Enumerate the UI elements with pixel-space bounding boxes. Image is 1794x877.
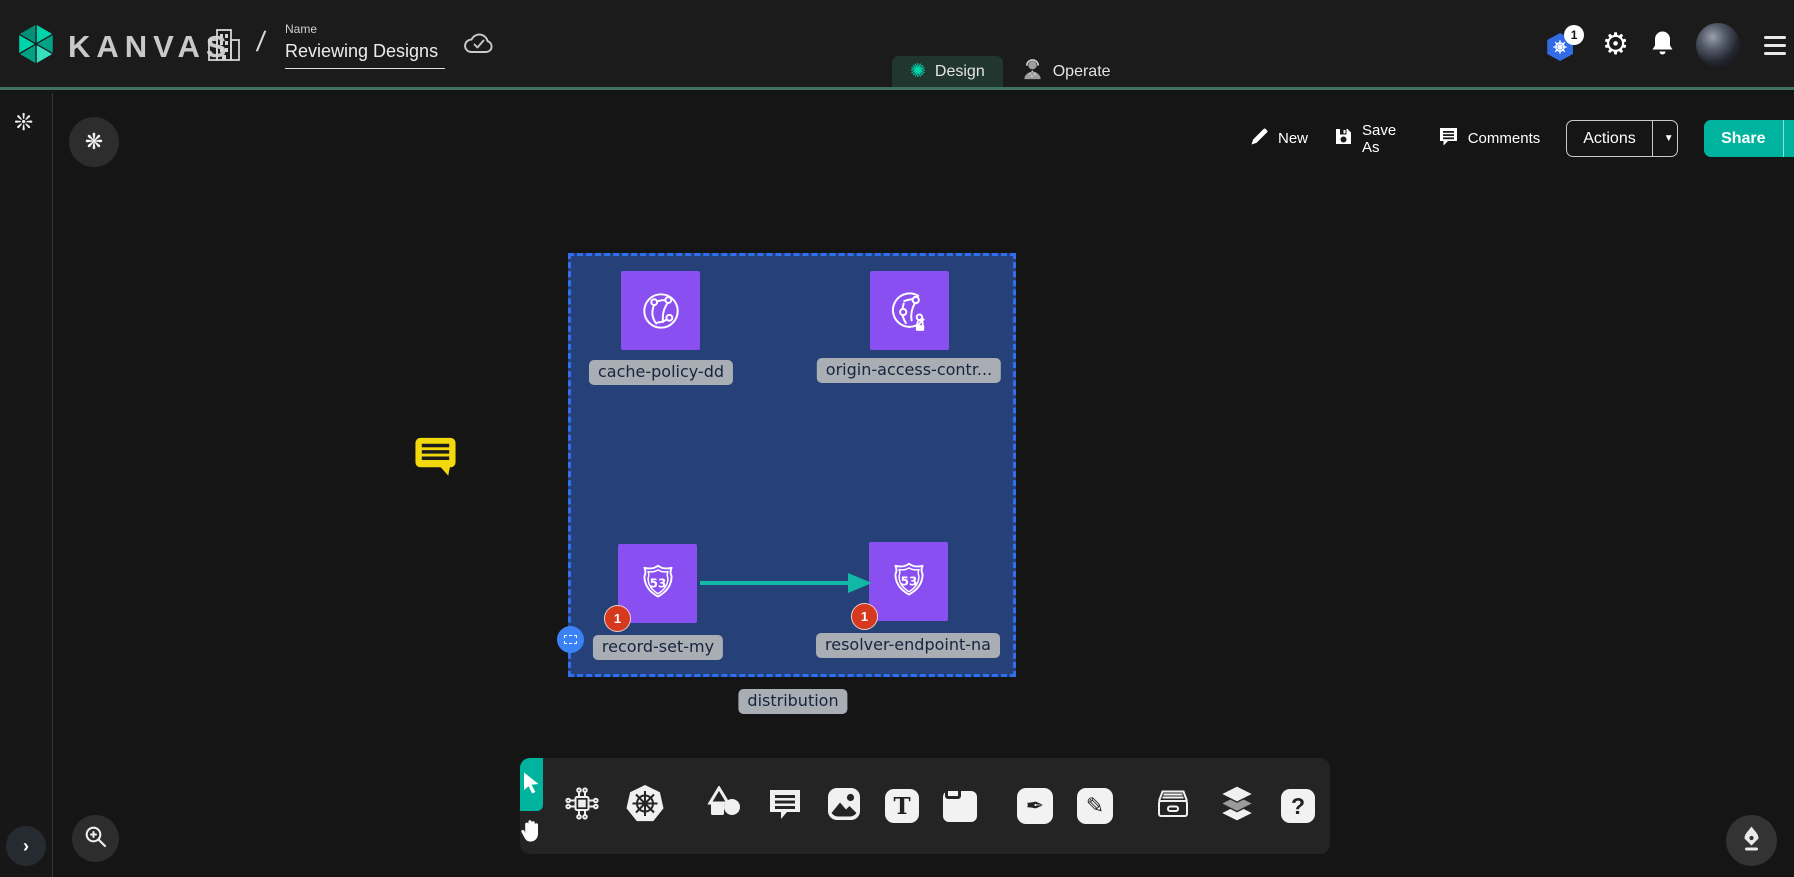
actions-split-button[interactable]: Actions ▼ xyxy=(1566,120,1678,157)
header-right-cluster: 1 ⚙ xyxy=(1546,0,1786,90)
new-button[interactable]: New xyxy=(1250,127,1308,150)
dashed-rect-icon xyxy=(564,635,577,644)
toolbar-group-utility: ? xyxy=(1133,758,1335,854)
actions-dropdown-caret[interactable]: ▼ xyxy=(1652,121,1678,156)
frame-tool-icon[interactable] xyxy=(943,791,977,822)
design-actionbar: New Save As Co xyxy=(1250,120,1794,157)
notifications-bell-icon[interactable] xyxy=(1651,30,1674,61)
save-as-button[interactable]: Save As xyxy=(1334,122,1412,156)
pen-mode-fab[interactable] xyxy=(1726,815,1777,866)
tab-design[interactable]: ✺ Design xyxy=(892,56,1003,87)
sidebar-expand-button[interactable]: › xyxy=(6,826,46,866)
node-label-cache-policy[interactable]: cache-policy-dd xyxy=(589,360,733,385)
cursor-arrow-icon xyxy=(521,771,542,799)
pen-path-tool-icon[interactable]: ✒ xyxy=(1017,788,1053,824)
pencil-tool-icon[interactable]: ✎ xyxy=(1077,788,1113,824)
node-label-record-set[interactable]: record-set-my xyxy=(593,635,723,660)
pen-nib-icon xyxy=(1740,825,1763,857)
overflow-menu-icon[interactable] xyxy=(1764,36,1786,55)
svg-text:53: 53 xyxy=(649,576,666,590)
node-record-set[interactable]: 53 xyxy=(618,544,697,623)
group-selection-handle[interactable] xyxy=(557,626,584,653)
node-origin-access-control[interactable] xyxy=(870,271,949,350)
header: KANVAS / Name xyxy=(0,0,1794,90)
node-resolver-endpoint[interactable]: 53 xyxy=(869,542,948,621)
text-tool-icon[interactable]: T xyxy=(885,789,919,823)
resolver-endpoint-issue-badge[interactable]: 1 xyxy=(851,603,878,630)
comments-button[interactable]: Comments xyxy=(1438,126,1541,151)
canvas-toolbar: T ✒ ✎ xyxy=(520,758,1330,854)
breadcrumb-separator: / xyxy=(255,26,267,58)
node-cache-policy[interactable] xyxy=(621,271,700,350)
save-floppy-icon xyxy=(1334,127,1353,150)
share-button-label: Share xyxy=(1704,120,1782,157)
save-as-button-label: Save As xyxy=(1362,122,1412,156)
components-circuit-icon[interactable] xyxy=(563,786,601,826)
mode-tabs: ✺ Design Operate xyxy=(892,56,1129,87)
share-split-button[interactable]: Share xyxy=(1704,120,1794,157)
kanvas-hexagon-icon xyxy=(14,22,58,71)
edge-record-set-to-resolver[interactable] xyxy=(698,569,874,602)
organization-icon[interactable] xyxy=(206,26,242,69)
comments-button-label: Comments xyxy=(1468,130,1541,147)
settings-gear-icon[interactable]: ⚙ xyxy=(1602,30,1629,60)
new-pencil-icon xyxy=(1250,127,1269,150)
app-root: KANVAS / Name xyxy=(0,0,1794,877)
record-set-issue-badge[interactable]: 1 xyxy=(604,605,631,632)
svg-text:53: 53 xyxy=(900,574,917,588)
frame-mini-rect xyxy=(945,788,961,799)
design-spiral-icon: ✺ xyxy=(910,62,926,81)
pan-tool-button[interactable] xyxy=(520,811,543,854)
new-button-label: New xyxy=(1278,130,1308,147)
flower-menu-icon: ❋ xyxy=(85,129,103,155)
archive-drawer-icon[interactable] xyxy=(1153,788,1193,825)
node-label-origin-access-control[interactable]: origin-access-contr... xyxy=(817,358,1001,383)
kubernetes-count-badge: 1 xyxy=(1564,25,1584,45)
kubernetes-tool-icon[interactable] xyxy=(625,784,665,829)
kubernetes-context-button[interactable]: 1 xyxy=(1546,29,1580,61)
tab-operate[interactable]: Operate xyxy=(1003,56,1129,87)
actions-button-label: Actions xyxy=(1567,121,1651,156)
tab-design-label: Design xyxy=(935,63,985,81)
group-label-distribution[interactable]: distribution xyxy=(738,689,847,714)
comment-tool-icon[interactable] xyxy=(767,787,803,826)
hand-icon xyxy=(520,818,543,848)
meshery-spiral-icon[interactable]: ❊ xyxy=(14,109,33,136)
image-tool-icon[interactable] xyxy=(827,787,861,826)
left-sidebar: ❊ › xyxy=(0,93,53,877)
select-tool-button[interactable] xyxy=(520,758,543,811)
cloud-saved-icon xyxy=(462,30,496,62)
design-name-label: Name xyxy=(285,22,445,36)
zoom-in-icon xyxy=(83,824,108,854)
shapes-tool-icon[interactable] xyxy=(705,786,743,827)
user-avatar[interactable] xyxy=(1696,23,1740,67)
toolbar-group-annotation: T xyxy=(685,758,997,854)
canvas-menu-fab[interactable]: ❋ xyxy=(69,117,119,167)
design-name-block: Name xyxy=(285,22,445,69)
kanvas-logo[interactable]: KANVAS xyxy=(14,22,233,71)
tab-operate-label: Operate xyxy=(1053,63,1111,81)
canvas-comment-marker[interactable] xyxy=(413,435,458,482)
help-tool-icon[interactable]: ? xyxy=(1281,789,1315,823)
toolbar-pointer-column xyxy=(520,758,543,854)
design-name-input[interactable] xyxy=(285,39,445,69)
toolbar-group-infrastructure xyxy=(543,758,685,854)
operate-person-icon xyxy=(1021,58,1044,86)
node-label-resolver-endpoint[interactable]: resolver-endpoint-na xyxy=(816,633,1000,658)
comments-bubble-icon xyxy=(1438,126,1459,151)
layers-icon[interactable] xyxy=(1217,784,1257,829)
zoom-in-fab[interactable] xyxy=(72,815,119,862)
toolbar-group-drawing: ✒ ✎ xyxy=(997,758,1133,854)
copy-link-icon[interactable] xyxy=(1783,120,1794,157)
